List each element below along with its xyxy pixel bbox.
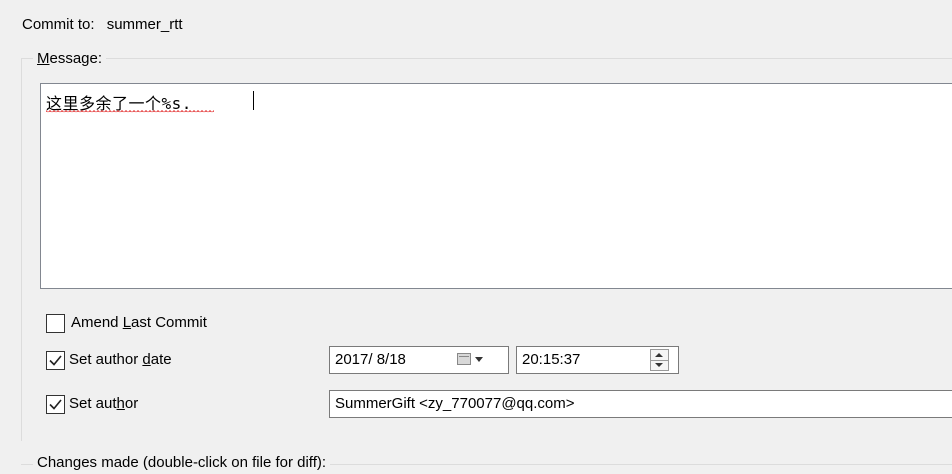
message-legend: Message: (33, 50, 107, 67)
amend-last-commit-checkbox[interactable] (46, 314, 65, 333)
author-date-value: 2017/ 8/18 (335, 351, 406, 368)
author-input[interactable]: SummerGift <zy_770077@qq.com> (329, 390, 952, 418)
text-caret (253, 91, 254, 110)
set-author-checkbox[interactable] (46, 395, 65, 414)
set-author-label[interactable]: Set author (69, 395, 138, 412)
spellcheck-underline (46, 110, 214, 114)
set-author-date-checkbox[interactable] (46, 351, 65, 370)
changes-legend: Changes made (double-click on file for d… (33, 454, 331, 471)
amend-last-commit-label[interactable]: Amend Last Commit (71, 314, 207, 331)
author-time-value: 20:15:37 (522, 351, 581, 368)
checkmark-icon (49, 399, 62, 410)
chevron-down-icon[interactable] (475, 357, 483, 362)
checkmark-icon (49, 355, 62, 366)
commit-to-row: Commit to: summer_rtt (22, 16, 183, 33)
set-author-date-label[interactable]: Set author date (69, 351, 172, 368)
calendar-icon[interactable] (457, 353, 471, 365)
spin-updown-icon[interactable] (650, 349, 669, 371)
author-value: SummerGift <zy_770077@qq.com> (335, 395, 575, 412)
branch-name: summer_rtt (106, 16, 183, 33)
commit-to-label: Commit to: (22, 16, 95, 33)
